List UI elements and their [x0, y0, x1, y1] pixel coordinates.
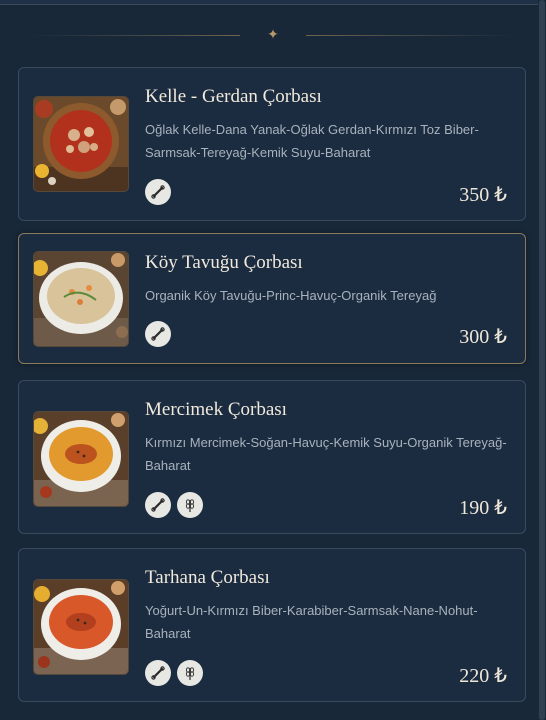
- soup-image: [33, 411, 129, 507]
- top-bar: [0, 0, 546, 5]
- item-description: Organik Köy Tavuğu-Princ-Havuç-Organik T…: [145, 288, 437, 303]
- soup-image: [33, 251, 129, 347]
- allergen-icons: [145, 321, 171, 347]
- item-price: 220 ₺: [459, 665, 507, 687]
- wheat-icon: [177, 660, 203, 686]
- divider-line-left: [30, 35, 240, 36]
- soup-image: [33, 96, 129, 192]
- menu-item-card[interactable]: Köy Tavuğu Çorbası Organik Köy Tavuğu-Pr…: [18, 233, 526, 364]
- bone-icon: [145, 492, 171, 518]
- item-description: Kırmızı Mercimek-Soğan-Havuç-Kemik Suyu-…: [145, 435, 507, 473]
- menu-item-card[interactable]: Kelle - Gerdan Çorbası Oğlak Kelle-Dana …: [18, 67, 526, 221]
- item-title: Tarhana Çorbası: [145, 567, 270, 588]
- bone-icon: [145, 321, 171, 347]
- item-price: 350 ₺: [459, 184, 507, 206]
- allergen-icons: [145, 179, 171, 205]
- soup-image: [33, 579, 129, 675]
- item-title: Mercimek Çorbası: [145, 399, 287, 420]
- sparkle-icon: ✦: [267, 27, 279, 43]
- bone-icon: [145, 660, 171, 686]
- item-description: Oğlak Kelle-Dana Yanak-Oğlak Gerdan-Kırm…: [145, 122, 479, 160]
- divider-line-right: [306, 35, 516, 36]
- item-description: Yoğurt-Un-Kırmızı Biber-Karabiber-Sarmsa…: [145, 603, 478, 641]
- menu-item-card[interactable]: Tarhana Çorbası Yoğurt-Un-Kırmızı Biber-…: [18, 548, 526, 702]
- item-title: Köy Tavuğu Çorbası: [145, 252, 303, 273]
- scrollbar[interactable]: [538, 0, 546, 720]
- allergen-icons: [145, 492, 203, 518]
- item-title: Kelle - Gerdan Çorbası: [145, 86, 322, 107]
- bone-icon: [145, 179, 171, 205]
- section-divider: ✦: [30, 26, 516, 44]
- item-price: 190 ₺: [459, 497, 507, 519]
- wheat-icon: [177, 492, 203, 518]
- item-price: 300 ₺: [459, 326, 507, 348]
- scrollbar-thumb[interactable]: [539, 0, 545, 720]
- allergen-icons: [145, 660, 203, 686]
- menu-item-card[interactable]: Mercimek Çorbası Kırmızı Mercimek-Soğan-…: [18, 380, 526, 534]
